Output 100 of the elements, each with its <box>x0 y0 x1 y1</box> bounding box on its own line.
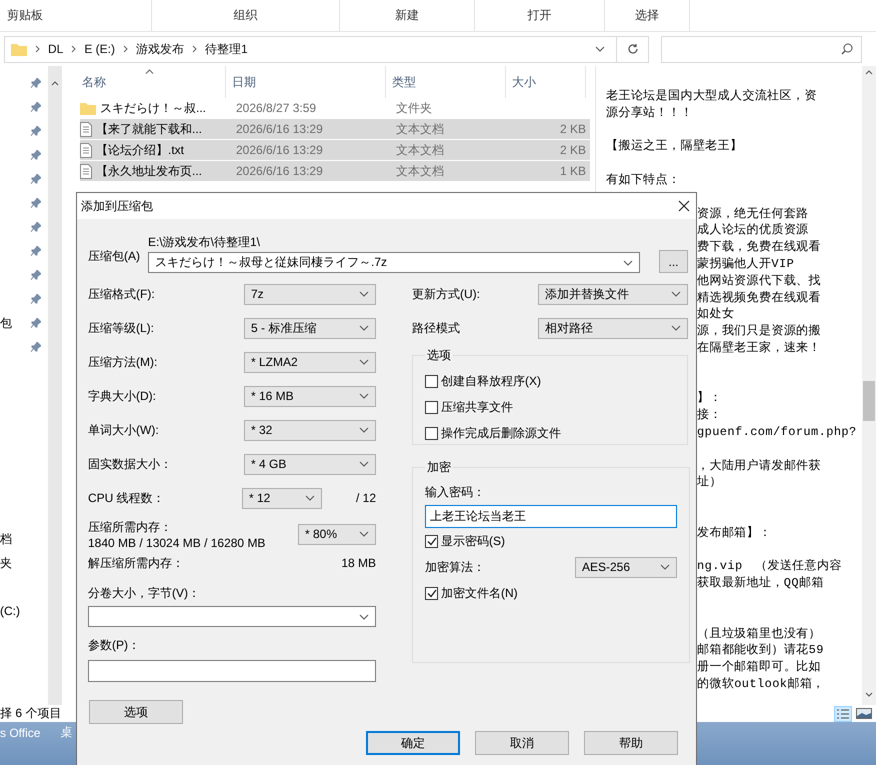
preview-view-icon[interactable] <box>856 706 872 720</box>
preview-line: 发布邮箱】： <box>697 524 772 542</box>
checkbox[interactable] <box>425 586 438 600</box>
dropdown[interactable]: * 16 MB <box>244 386 376 406</box>
search-field[interactable] <box>661 36 862 62</box>
archive-name-field[interactable]: スキだらけ！～叔母と従妹同棲ライフ～.7z <box>148 252 640 273</box>
folder-icon <box>11 42 27 56</box>
file-type: 文本文档 <box>395 162 445 180</box>
scroll-up-icon[interactable] <box>51 80 59 86</box>
preview-line: 】： <box>697 390 723 408</box>
file-name: 【论坛介绍】.txt <box>96 142 184 158</box>
file-row[interactable]: 【来了就能下载和... 2026/6/16 13:29 文本文档 2 KB <box>80 119 590 140</box>
dropdown[interactable]: * LZMA2 <box>244 352 376 372</box>
checkbox-label: 创建自释放程序(X) <box>441 372 541 390</box>
file-date: 2026/8/27 3:59 <box>235 101 318 115</box>
address-bar[interactable]: DL E (E:) 游戏发布 待整理1 <box>4 36 649 62</box>
search-icon <box>841 43 853 55</box>
preview-line: 册一个邮箱即可。比如 <box>697 659 822 676</box>
field-label: 压缩方法(M): <box>88 354 158 370</box>
ribbon-group-label: 组织 <box>152 0 340 31</box>
preview-line: 老王论坛是国内大型成人交流社区，资 <box>606 88 818 105</box>
chevron-right-icon <box>123 45 128 53</box>
dropdown[interactable]: * 32 <box>244 420 376 440</box>
field-label: 压缩包(A) <box>88 248 141 264</box>
dropdown[interactable]: AES-256 <box>575 556 677 578</box>
password-field[interactable]: 上老王论坛当老王 <box>425 505 677 528</box>
document-icon <box>80 164 92 178</box>
dropdown[interactable]: 7z <box>244 284 376 304</box>
breadcrumb[interactable]: E (E:) <box>84 42 116 56</box>
preview-line: 的微软outlook邮箱， <box>697 676 826 693</box>
chevron-right-icon <box>71 45 76 53</box>
column-header[interactable]: 名称 <box>76 66 226 98</box>
column-header[interactable]: 日期 <box>226 66 386 98</box>
field-label: 更新方式(U): <box>412 286 480 302</box>
column-header[interactable]: 大小 <box>506 66 586 98</box>
field-label: 固实数据大小： <box>88 456 172 472</box>
chevron-down-icon <box>359 531 369 537</box>
file-size: 1 KB <box>558 164 587 178</box>
chevron-right-icon <box>192 45 198 53</box>
file-row[interactable]: 【永久地址发布页... 2026/6/16 13:29 文本文档 1 KB <box>80 161 590 182</box>
checkbox-label: 操作完成后删除源文件 <box>441 424 561 442</box>
chevron-down-icon <box>671 325 681 331</box>
archive-folder: E:\游戏发布\待整理1\ <box>148 234 262 251</box>
checkbox-label: 显示密码(S) <box>441 532 505 550</box>
checkbox[interactable] <box>425 534 438 548</box>
dialog-button[interactable]: 取消 <box>475 731 569 755</box>
refresh-icon[interactable] <box>626 43 638 55</box>
browse-button[interactable]: ... <box>659 250 688 273</box>
file-type: 文本文档 <box>395 120 445 138</box>
ribbon-group-label: 选择 <box>605 0 690 31</box>
scrollbar-thumb[interactable] <box>863 381 875 421</box>
ribbon-group-label: 剪贴板 <box>0 0 152 31</box>
preview-line: 获取最新地址，QQ邮箱 <box>697 575 825 592</box>
dropdown[interactable]: 相对路径 <box>538 318 688 338</box>
group-title: 加密 <box>426 459 452 476</box>
nav-item[interactable]: (C:) <box>0 604 20 618</box>
dropdown[interactable]: * 80% <box>298 524 376 544</box>
breadcrumb[interactable]: DL <box>48 42 64 56</box>
checkbox[interactable] <box>425 374 438 388</box>
preview-line: （且垃圾箱里也没有） <box>697 626 822 642</box>
dropdown[interactable]: 添加并替换文件 <box>538 284 688 304</box>
checkbox[interactable] <box>425 426 438 440</box>
folder-icon <box>80 101 96 115</box>
scroll-up-icon[interactable] <box>865 69 873 75</box>
checkbox[interactable] <box>425 400 438 414</box>
options-button[interactable]: 选项 <box>89 700 183 724</box>
scrollbar[interactable] <box>862 66 876 705</box>
scroll-down-icon[interactable] <box>865 692 873 698</box>
file-size: 2 KB <box>558 143 587 157</box>
nav-item[interactable]: 夹 <box>0 554 12 572</box>
file-row[interactable]: 【论坛介绍】.txt 2026/6/16 13:29 文本文档 2 KB <box>80 140 590 161</box>
volume-size-dropdown[interactable] <box>88 606 376 627</box>
nav-item[interactable]: 包 <box>0 314 12 332</box>
dialog-button[interactable]: 确定 <box>366 731 460 755</box>
status-text: 择 6 个项目 <box>0 705 62 722</box>
dropdown[interactable]: * 12 <box>242 488 322 508</box>
nav-item[interactable]: 档 <box>0 530 12 548</box>
file-date: 2026/6/16 13:29 <box>235 122 324 136</box>
breadcrumb[interactable]: 待整理1 <box>205 40 248 58</box>
field-label: 输入密码： <box>425 484 486 501</box>
dropdown[interactable]: * 4 GB <box>244 454 376 474</box>
scrollbar[interactable] <box>48 66 62 705</box>
field-label: 参数(P)： <box>88 637 141 654</box>
dialog-button[interactable]: 帮助 <box>584 731 678 755</box>
preview-line: 【搬运之王，隔壁老王】 <box>606 138 744 156</box>
chevron-down-icon <box>359 614 369 620</box>
checkbox-label: 加密文件名(N) <box>441 584 518 602</box>
memory-detail: 1840 MB / 13024 MB / 16280 MB <box>88 536 266 550</box>
parameters-field[interactable] <box>88 660 376 682</box>
details-view-icon[interactable] <box>834 706 852 722</box>
preview-line: 成人论坛的优质资源 <box>697 222 810 240</box>
dropdown[interactable]: 5 - 标准压缩 <box>244 318 376 338</box>
chevron-right-icon <box>35 45 40 53</box>
file-type: 文件夹 <box>395 100 433 116</box>
breadcrumb[interactable]: 游戏发布 <box>136 40 184 58</box>
file-size: 2 KB <box>558 122 587 136</box>
column-header[interactable]: 类型 <box>386 66 506 98</box>
field-label: 字典大小(D): <box>88 388 156 404</box>
close-icon[interactable] <box>678 200 690 212</box>
file-row[interactable]: スキだらけ！～叔... 2026/8/27 3:59 文件夹 <box>80 98 590 119</box>
